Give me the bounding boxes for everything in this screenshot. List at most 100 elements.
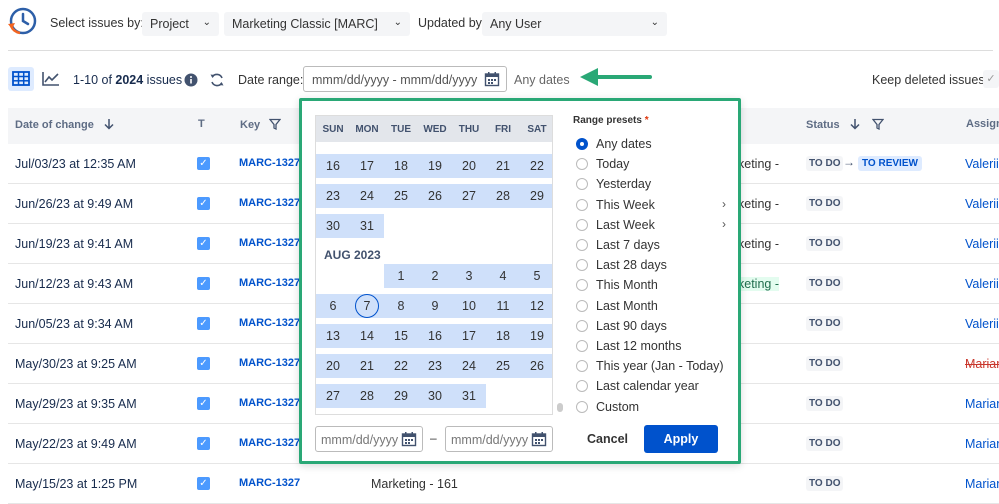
calendar-day[interactable]: 13 (316, 324, 350, 348)
date-range-input[interactable]: mmm/dd/yyyy - mmm/dd/yyyy (303, 66, 507, 92)
calendar-day[interactable]: 6 (316, 294, 350, 318)
calendar-day[interactable]: 24 (350, 184, 384, 208)
radio-button[interactable] (576, 158, 588, 171)
calendar-day[interactable]: 29 (520, 184, 552, 208)
calendar-day[interactable]: 31 (350, 214, 384, 238)
calendar-day[interactable]: 17 (350, 154, 384, 178)
calendar-day[interactable]: 23 (418, 354, 452, 378)
assignee-link[interactable]: Valerii (965, 197, 999, 211)
calendar-day[interactable]: 25 (384, 184, 418, 208)
preset-option[interactable]: Last calendar year (576, 377, 726, 395)
calendar-day[interactable]: 30 (316, 214, 350, 238)
radio-button[interactable] (576, 138, 588, 150)
issue-key-link[interactable]: MARC-1327 (239, 397, 300, 409)
calendar-day[interactable]: 15 (384, 324, 418, 348)
calendar-day[interactable]: 19 (520, 324, 552, 348)
preset-option[interactable]: Custom (576, 398, 726, 416)
calendar-day[interactable]: 23 (316, 184, 350, 208)
date-of-change-header[interactable]: Date of change (15, 118, 115, 131)
preset-option[interactable]: Last 90 days (576, 317, 726, 335)
preset-option[interactable]: Last 12 months (576, 337, 726, 355)
apply-button[interactable]: Apply (644, 425, 718, 453)
select-issues-dropdown[interactable]: Project ⌄ (142, 12, 219, 36)
preset-option[interactable]: Last Week › (576, 216, 726, 234)
calendar-day[interactable]: 20 (316, 354, 350, 378)
calendar-day[interactable]: 5 (520, 264, 552, 288)
calendar-day[interactable]: 26 (520, 354, 552, 378)
radio-button[interactable] (576, 360, 588, 373)
preset-option[interactable]: This Month (576, 276, 726, 294)
radio-button[interactable] (576, 279, 588, 292)
calendar-day[interactable]: 16 (418, 324, 452, 348)
calendar-day[interactable]: 18 (486, 324, 520, 348)
from-date-input[interactable]: mmm/dd/yyyy (315, 426, 423, 452)
keep-deleted-toggle[interactable]: ✓ (983, 70, 999, 88)
radio-button[interactable] (576, 259, 588, 272)
radio-button[interactable] (576, 319, 588, 332)
calendar-day[interactable]: 25 (486, 354, 520, 378)
calendar-day[interactable]: 30 (418, 384, 452, 408)
assignee-link[interactable]: Marian (965, 477, 999, 491)
calendar-day[interactable]: 22 (520, 154, 552, 178)
issue-key-link[interactable]: MARC-1327 (239, 237, 300, 249)
key-header[interactable]: Key (240, 118, 282, 131)
issue-key-link[interactable]: MARC-1327 (239, 437, 300, 449)
updated-by-dropdown[interactable]: Any User ⌄ (482, 12, 667, 36)
preset-option[interactable]: Yesterday (576, 175, 726, 193)
type-header[interactable]: T (198, 118, 205, 130)
radio-button[interactable] (576, 380, 588, 393)
calendar-day[interactable]: 10 (452, 294, 486, 318)
calendar-day[interactable]: 26 (418, 184, 452, 208)
calendar-day[interactable]: 11 (486, 294, 520, 318)
to-date-input[interactable]: mmm/dd/yyyy (445, 426, 553, 452)
calendar-day[interactable]: 18 (384, 154, 418, 178)
assignee-link[interactable]: Valerii (965, 157, 999, 171)
calendar-day[interactable]: 29 (384, 384, 418, 408)
calendar-day[interactable]: 20 (452, 154, 486, 178)
radio-button[interactable] (576, 340, 588, 352)
preset-option[interactable]: Today (576, 155, 726, 173)
assignee-link[interactable]: Valerii (965, 237, 999, 251)
calendar-day[interactable]: 8 (384, 294, 418, 318)
calendar-day[interactable]: 12 (520, 294, 552, 318)
assignee-link-removed[interactable]: Marian (965, 357, 999, 371)
radio-button[interactable] (576, 239, 588, 251)
assignee-header[interactable]: Assigne (966, 118, 999, 130)
assignee-link[interactable]: Valerii (965, 317, 999, 331)
calendar-day[interactable]: 24 (452, 354, 486, 378)
radio-button[interactable] (576, 198, 588, 211)
assignee-link[interactable]: Valerii (965, 277, 999, 291)
preset-option[interactable]: Any dates (576, 135, 726, 153)
calendar-day[interactable]: 27 (316, 384, 350, 408)
issue-key-link[interactable]: MARC-1327 (239, 317, 300, 329)
calendar-day[interactable]: 1 (384, 264, 418, 288)
issue-key-link[interactable]: MARC-1327 (239, 277, 300, 289)
calendar-day[interactable]: 27 (452, 184, 486, 208)
chart-view-button[interactable] (38, 67, 64, 91)
calendar-day[interactable]: 14 (350, 324, 384, 348)
preset-option[interactable]: Last 7 days (576, 236, 726, 254)
calendar-day[interactable]: 21 (350, 354, 384, 378)
calendar-day[interactable]: 17 (452, 324, 486, 348)
issue-key-link[interactable]: MARC-1327 (239, 157, 300, 169)
table-row[interactable]: May/15/23 at 1:25 PM ✓ MARC-1327 Marketi… (8, 464, 999, 504)
calendar-day[interactable]: 21 (486, 154, 520, 178)
calendar-day[interactable]: 28 (486, 184, 520, 208)
calendar-day[interactable]: 28 (350, 384, 384, 408)
calendar-day[interactable]: 16 (316, 154, 350, 178)
assignee-link[interactable]: Marian (965, 397, 999, 411)
calendar-day[interactable]: 19 (418, 154, 452, 178)
calendar-day[interactable]: 31 (452, 384, 486, 408)
radio-button[interactable] (576, 299, 588, 312)
calendar-day[interactable]: 2 (418, 264, 452, 288)
status-header[interactable]: Status (806, 118, 885, 131)
table-view-button[interactable] (8, 67, 34, 91)
issue-key-link[interactable]: MARC-1327 (239, 477, 300, 489)
calendar-day[interactable]: 22 (384, 354, 418, 378)
project-dropdown[interactable]: Marketing Classic [MARC] ⌄ (224, 12, 410, 36)
issue-key-link[interactable]: MARC-1327 (239, 197, 300, 209)
calendar-day[interactable]: 3 (452, 264, 486, 288)
cancel-button[interactable]: Cancel (587, 432, 628, 446)
preset-option[interactable]: This year (Jan - Today) (576, 357, 726, 375)
calendar-scrollbar[interactable] (557, 403, 563, 412)
